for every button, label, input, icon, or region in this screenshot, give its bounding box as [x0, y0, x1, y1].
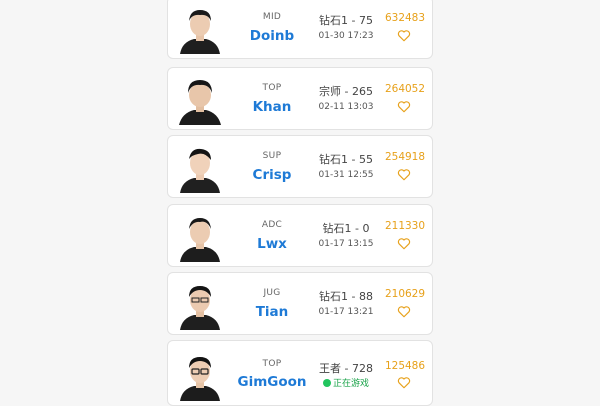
player-card[interactable]: JUG Tian 钻石1 - 88 01-17 13:21 210629	[167, 272, 433, 335]
avatar	[174, 278, 226, 330]
player-name[interactable]: Khan	[228, 99, 316, 115]
heart-outline-icon[interactable]	[397, 376, 411, 389]
player-card[interactable]: TOP GimGoon 王者 - 728 正在游戏 125486	[167, 340, 433, 406]
last-played-time: 02-11 13:03	[318, 102, 374, 112]
avatar	[174, 73, 226, 125]
player-name[interactable]: Tian	[228, 304, 316, 320]
player-role: SUP	[262, 151, 282, 161]
player-name[interactable]: GimGoon	[228, 374, 316, 390]
last-played-time: 01-17 13:15	[318, 239, 374, 249]
last-played-time: 01-17 13:21	[318, 307, 374, 317]
heart-outline-icon[interactable]	[397, 100, 411, 113]
player-rank: 王者 - 728	[319, 362, 373, 375]
online-dot-icon	[322, 379, 331, 387]
player-name[interactable]: Crisp	[228, 167, 316, 183]
player-role: JUG	[263, 288, 281, 298]
player-rank: 宗师 - 265	[319, 85, 373, 98]
player-score: 632483	[384, 12, 426, 24]
player-rank: 钻石1 - 75	[319, 14, 373, 27]
player-score: 125486	[384, 360, 426, 372]
player-rank: 钻石1 - 55	[319, 153, 373, 166]
avatar	[174, 210, 226, 262]
avatar	[174, 349, 226, 401]
player-rank: 钻石1 - 0	[322, 222, 370, 235]
player-role: TOP	[262, 83, 282, 93]
last-played-time: 01-31 12:55	[318, 170, 374, 180]
player-card[interactable]: SUP Crisp 钻石1 - 55 01-31 12:55 254918	[167, 135, 433, 198]
player-role: TOP	[262, 359, 282, 369]
avatar	[174, 2, 226, 54]
player-role: ADC	[261, 220, 283, 230]
player-card[interactable]: MID Doinb 钻石1 - 75 01-30 17:23 632483	[167, 0, 433, 59]
last-played-time: 01-30 17:23	[318, 31, 374, 41]
player-rank: 钻石1 - 88	[319, 290, 373, 303]
avatar	[174, 141, 226, 193]
heart-outline-icon[interactable]	[397, 168, 411, 181]
player-score: 254918	[384, 151, 426, 163]
player-score: 210629	[384, 288, 426, 300]
heart-outline-icon[interactable]	[397, 29, 411, 42]
player-name[interactable]: Lwx	[228, 236, 316, 252]
online-status: 正在游戏	[316, 376, 376, 389]
player-score: 211330	[384, 220, 426, 232]
player-role: MID	[262, 12, 282, 22]
player-card[interactable]: TOP Khan 宗师 - 265 02-11 13:03 264052	[167, 67, 433, 130]
heart-outline-icon[interactable]	[397, 237, 411, 250]
heart-outline-icon[interactable]	[397, 305, 411, 318]
player-name[interactable]: Doinb	[228, 28, 316, 44]
online-status-label: 正在游戏	[332, 379, 369, 389]
player-card[interactable]: ADC Lwx 钻石1 - 0 01-17 13:15 211330	[167, 204, 433, 267]
player-score: 264052	[384, 83, 426, 95]
